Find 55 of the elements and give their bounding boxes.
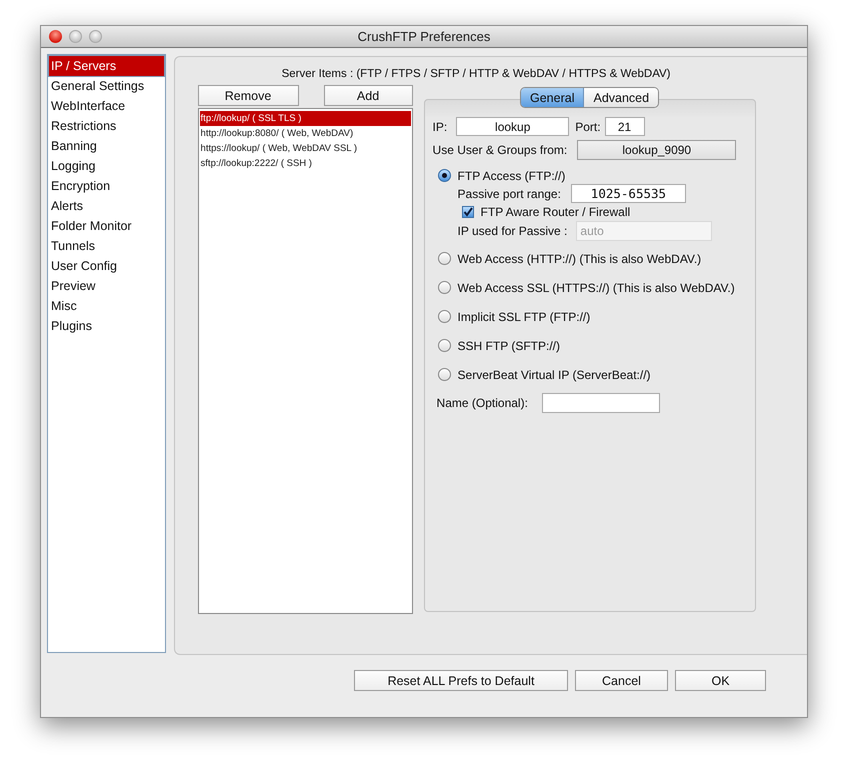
tab[interactable]: General [521,88,584,107]
radio-button[interactable] [438,339,451,352]
passive-ip-label: IP used for Passive : [458,224,568,238]
server-item[interactable]: https://lookup/ ( Web, WebDAV SSL ) [200,141,411,156]
radio-label: Web Access (HTTP://) (This is also WebDAV.) [458,252,702,266]
sidebar-item[interactable]: Misc [49,296,164,316]
radio-button[interactable] [438,368,451,381]
sidebar-item[interactable]: Encryption [49,176,164,196]
cancel-button[interactable]: Cancel [575,670,668,691]
radio-button[interactable] [438,310,451,323]
server-item[interactable]: http://lookup:8080/ ( Web, WebDAV) [200,126,411,141]
remove-button[interactable]: Remove [198,85,299,106]
window-title: CrushFTP Preferences [358,29,490,44]
name-field[interactable] [542,393,660,413]
users-label: Use User & Groups from: [432,143,568,157]
checkbox[interactable] [462,206,474,218]
reset-button[interactable]: Reset ALL Prefs to Default [354,670,568,691]
sidebar-item[interactable]: Tunnels [49,236,164,256]
sidebar-item[interactable]: Restrictions [49,116,164,136]
server-item[interactable]: ftp://lookup/ ( SSL TLS ) [200,111,411,126]
passive-range-field[interactable]: 1025-65535 [570,184,686,203]
ok-button[interactable]: OK [675,670,766,691]
port-label: Port: [575,120,601,134]
sidebar-item[interactable]: User Config [49,256,164,276]
sidebar-item[interactable]: Preview [49,276,164,296]
sidebar-item[interactable]: Alerts [49,196,164,216]
sidebar-item[interactable]: Folder Monitor [49,216,164,236]
sidebar-item[interactable]: General Settings [49,76,164,96]
user-source-button[interactable]: lookup_9090 [577,140,736,160]
radio-label: FTP Access (FTP://) [458,168,566,182]
sidebar-item[interactable]: Logging [49,156,164,176]
name-label: Name (Optional): [436,396,528,410]
passive-range-label: Passive port range: [458,186,561,200]
sidebar-item[interactable]: Plugins [49,316,164,336]
radio-label: Implicit SSL FTP (FTP://) [458,310,590,324]
checkbox-label: FTP Aware Router / Firewall [480,205,630,219]
minimize-icon[interactable] [69,30,82,43]
zoom-icon[interactable] [89,30,102,43]
radio-button[interactable] [438,281,451,294]
server-items-heading: Server Items : (FTP / FTPS / SFTP / HTTP & WebDAV / HTTPS & WebDAV) [280,68,672,80]
radio-button[interactable] [438,252,451,265]
close-icon[interactable] [49,30,62,43]
sidebar-item[interactable]: Banning [49,136,164,156]
radio-label: SSH FTP (SFTP://) [458,338,560,352]
server-item[interactable]: sftp://lookup:2222/ ( SSH ) [200,156,411,171]
radio-label: ServerBeat Virtual IP (ServerBeat://) [458,368,651,382]
port-field[interactable]: 21 [604,117,645,136]
tab[interactable]: Advanced [584,88,658,107]
radio-button[interactable] [438,169,451,182]
add-button[interactable]: Add [324,85,413,106]
ip-field[interactable]: lookup [456,117,570,136]
sidebar-item[interactable]: WebInterface [49,96,164,116]
sidebar-item[interactable]: IP / Servers [49,56,164,76]
radio-label: Web Access SSL (HTTPS://) (This is also WebDAV.) [458,280,735,294]
ip-label: IP: [432,120,448,134]
